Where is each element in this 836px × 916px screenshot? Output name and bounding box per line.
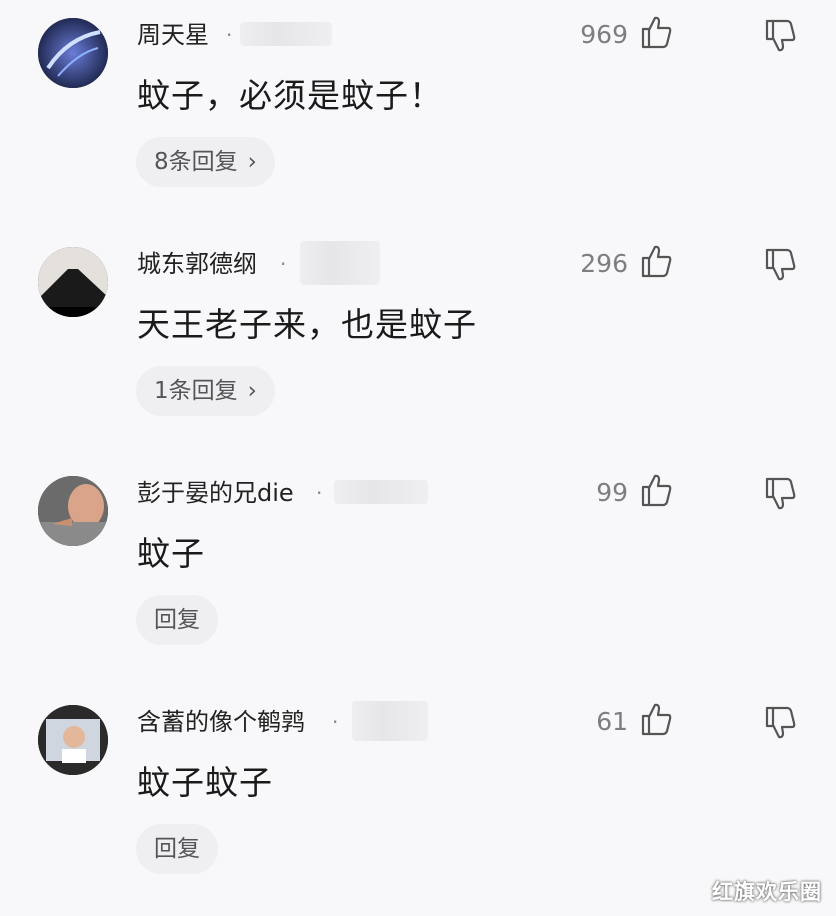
reply-label: 1条回复 [154, 378, 238, 404]
blurred-metadata [334, 480, 428, 504]
comment-item: 彭于晏的兄die · 99 蚊子 回复 [0, 458, 836, 687]
comment-text: 蚊子蚊子 [137, 763, 273, 802]
separator-dot: · [226, 23, 233, 47]
comment-item: 含蓄的像个鹌鹑 · 61 蚊子蚊子 回复 [0, 687, 836, 916]
comment-item: 城东郭德纲 · 296 天王老子来，也是蚊子 1条回复 › [0, 229, 836, 458]
like-count: 61 [596, 707, 628, 736]
thumbs-down-icon[interactable] [764, 18, 798, 54]
blurred-metadata [240, 22, 332, 46]
watermark: 红旗欢乐圈 [712, 880, 822, 904]
avatar[interactable] [38, 705, 108, 775]
thumbs-up-icon[interactable] [640, 14, 674, 50]
comment-item: 周天星 · 969 蚊子，必须是蚊子！ 8条回复 › [0, 0, 836, 229]
username[interactable]: 周天星 [137, 18, 209, 52]
separator-dot: · [316, 481, 323, 505]
username[interactable]: 城东郭德纲 [137, 247, 257, 281]
comment-text: 蚊子，必须是蚊子！ [137, 76, 443, 115]
separator-dot: · [332, 710, 339, 734]
chevron-right-icon: › [247, 149, 257, 175]
blurred-metadata [352, 701, 428, 741]
thumbs-down-icon[interactable] [764, 476, 798, 512]
avatar[interactable] [38, 476, 108, 546]
thumbs-down-icon[interactable] [764, 247, 798, 283]
reply-label: 回复 [154, 836, 200, 862]
thumbs-up-icon[interactable] [640, 472, 674, 508]
thumbs-down-icon[interactable] [764, 705, 798, 741]
like-count: 99 [596, 478, 628, 507]
thumbs-up-icon[interactable] [640, 701, 674, 737]
reply-label: 回复 [154, 607, 200, 633]
reply-button[interactable]: 1条回复 › [136, 366, 275, 416]
reply-button[interactable]: 回复 [136, 824, 218, 874]
like-count: 296 [580, 249, 628, 278]
avatar[interactable] [38, 247, 108, 317]
comment-text: 天王老子来，也是蚊子 [137, 305, 477, 344]
avatar[interactable] [38, 18, 108, 88]
reply-label: 8条回复 [154, 149, 238, 175]
username[interactable]: 含蓄的像个鹌鹑 [137, 705, 305, 739]
separator-dot: · [280, 252, 287, 276]
comment-text: 蚊子 [137, 534, 205, 573]
reply-button[interactable]: 回复 [136, 595, 218, 645]
thumbs-up-icon[interactable] [640, 243, 674, 279]
blurred-metadata [300, 241, 380, 285]
reply-button[interactable]: 8条回复 › [136, 137, 275, 187]
chevron-right-icon: › [247, 378, 257, 404]
like-count: 969 [580, 20, 628, 49]
username[interactable]: 彭于晏的兄die [137, 476, 294, 510]
